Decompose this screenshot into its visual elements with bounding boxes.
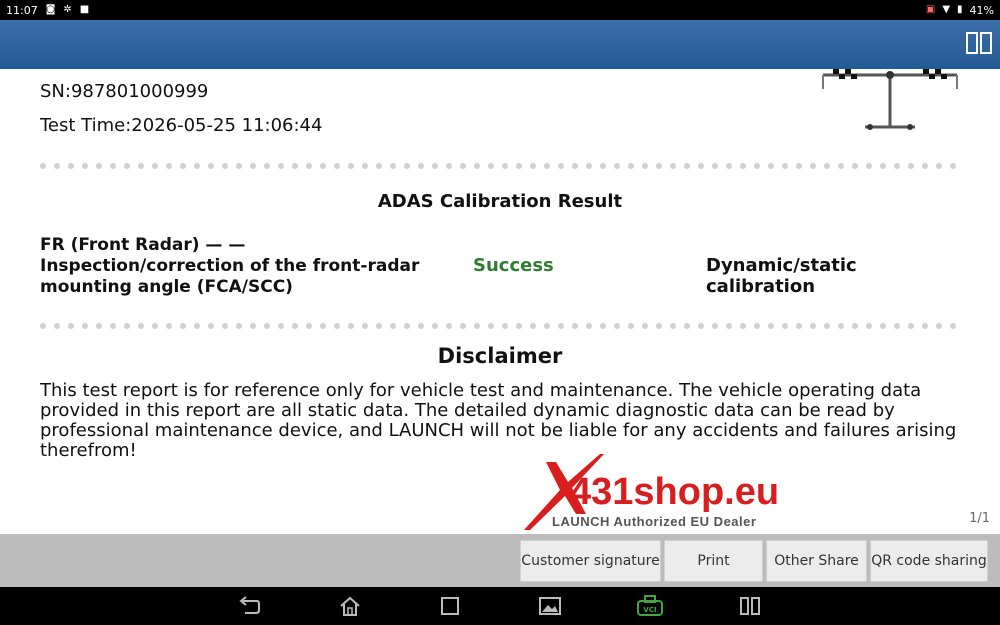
- calibration-status: Success: [473, 255, 554, 276]
- page-count: 1/1: [969, 511, 990, 526]
- logo-tagline: LAUNCH Authorized EU Dealer: [552, 514, 756, 529]
- qr-code-sharing-button[interactable]: QR code sharing: [870, 540, 988, 582]
- home-icon[interactable]: [338, 595, 362, 617]
- status-time: 11:07: [6, 3, 38, 17]
- dotted-divider: [40, 323, 970, 329]
- item-name-line-2: Inspection/correction of the front-radar: [40, 256, 420, 276]
- vci-label: VCI: [643, 606, 656, 614]
- title-bar: [0, 20, 1000, 69]
- x431shop-logo: 431shop.eu LAUNCH Authorized EU Dealer: [524, 454, 779, 530]
- dotted-divider: [40, 163, 970, 169]
- calibration-frame-icon: [822, 69, 958, 130]
- item-name-line-1: FR (Front Radar) — —: [40, 235, 246, 255]
- back-icon[interactable]: [237, 595, 261, 617]
- camera-icon: ◙: [45, 4, 56, 15]
- cast-icon: ▣: [925, 4, 936, 15]
- report-content: SN:987801000999 Test Time:2026-05-25 11:…: [0, 69, 1000, 534]
- status-bar: 11:07 ◙ ✲ ■ ▣ ▼ ▮ 41%: [0, 0, 1000, 20]
- vci-icon[interactable]: VCI: [635, 595, 665, 617]
- item-name-line-3: mounting angle (FCA/SCC): [40, 277, 293, 297]
- serial-number: SN:987801000999: [40, 81, 209, 102]
- calibration-type: Dynamic/static calibration: [706, 255, 857, 297]
- customer-signature-button[interactable]: Customer signature: [520, 540, 661, 582]
- media-icon: ■: [79, 4, 90, 15]
- split-view-icon[interactable]: [966, 32, 992, 54]
- recents-icon[interactable]: [438, 595, 462, 617]
- svg-text:431shop.eu: 431shop.eu: [570, 471, 779, 513]
- print-button[interactable]: Print: [664, 540, 763, 582]
- result-title: ADAS Calibration Result: [377, 191, 623, 212]
- split-screen-icon[interactable]: [738, 595, 762, 617]
- battery-icon: ▮: [957, 4, 963, 15]
- action-bar: Customer signature Print Other Share QR …: [0, 534, 1000, 587]
- calibration-item-name: FR (Front Radar) — — Inspection/correcti…: [40, 235, 420, 298]
- battery-percent: 41%: [969, 3, 994, 17]
- screenshot-icon[interactable]: [538, 595, 562, 617]
- settings-icon: ✲: [63, 4, 72, 15]
- disclaimer-text: This test report is for reference only f…: [40, 380, 957, 461]
- test-time: Test Time:2026-05-25 11:06:44: [40, 115, 323, 136]
- result-row: FR (Front Radar) — — Inspection/correcti…: [40, 235, 970, 298]
- other-share-button[interactable]: Other Share: [766, 540, 867, 582]
- disclaimer-title: Disclaimer: [437, 344, 563, 368]
- navigation-bar: VCI: [0, 587, 1000, 625]
- wifi-icon: ▼: [942, 4, 951, 15]
